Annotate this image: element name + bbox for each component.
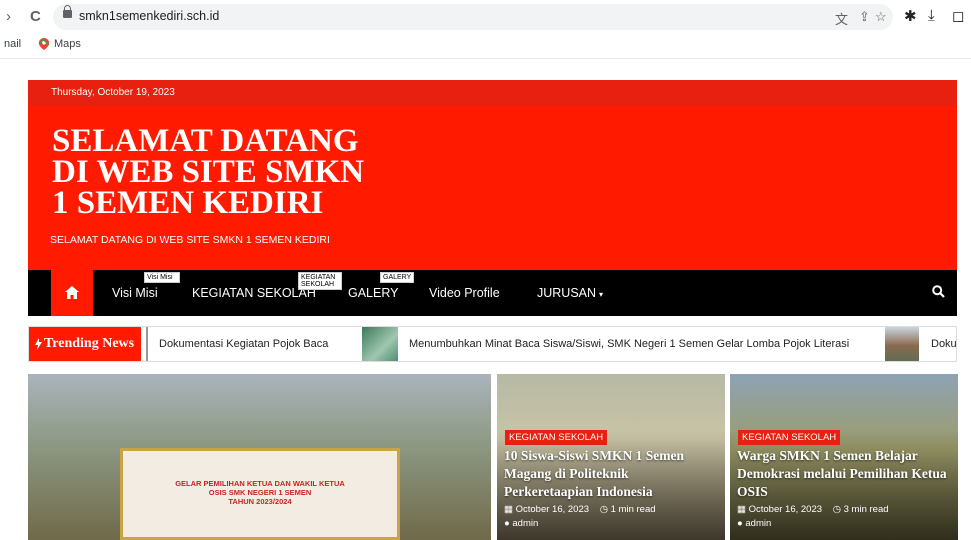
url-text: smkn1semenkediri.sch.id (79, 9, 220, 23)
card-meta-date: ▦ October 16, 2023 ◷ 1 min read (504, 504, 656, 515)
address-bar[interactable]: smkn1semenkediri.sch.id ⽂ ⇪ ☆ (53, 4, 893, 30)
calendar-icon: ▦ (504, 504, 516, 515)
site-tagline: SELAMAT DATANG DI WEB SITE SMKN 1 SEMEN … (50, 234, 330, 246)
lock-icon (63, 5, 72, 18)
address-row: › C smkn1semenkediri.sch.id ⽂ ⇪ ☆ ✱ ⤓ ◻ (0, 0, 971, 34)
card-read-time: 1 min read (610, 504, 656, 515)
browser-chrome: › C smkn1semenkediri.sch.id ⽂ ⇪ ☆ ✱ ⤓ ◻ … (0, 0, 971, 60)
translate-icon[interactable]: ⽂ (835, 9, 848, 28)
current-date: Thursday, October 19, 2023 (51, 87, 175, 98)
category-badge[interactable]: KEGIATAN SEKOLAH (738, 430, 841, 445)
clock-icon: ◷ (599, 504, 611, 515)
nav-tooltip: GALERY (380, 272, 415, 283)
home-icon (65, 286, 79, 299)
share-icon[interactable]: ⇪ (859, 9, 870, 25)
divider (146, 327, 148, 361)
nav-galery[interactable]: GALERY (348, 286, 399, 300)
reload-icon[interactable]: C (30, 8, 41, 25)
trending-bar: Trending News Dokumentasi Kegiatan Pojok… (28, 326, 957, 362)
date-bar: Thursday, October 19, 2023 (28, 80, 957, 106)
banner-text: GELAR PEMILIHAN KETUA DAN WAKIL KETUA OS… (175, 479, 345, 506)
card-title[interactable]: Warga SMKN 1 Semen Belajar Demokrasi mel… (737, 447, 952, 501)
clock-icon: ◷ (832, 504, 844, 515)
featured-card[interactable]: KEGIATAN SEKOLAH Warga SMKN 1 Semen Bela… (730, 374, 958, 540)
trending-thumbnail[interactable] (885, 327, 919, 361)
download-icon[interactable]: ⤓ (928, 7, 935, 24)
nav-jurusan[interactable]: JURUSAN ▾ (537, 286, 603, 300)
star-icon[interactable]: ☆ (875, 9, 887, 25)
category-badge[interactable]: KEGIATAN SEKOLAH (505, 430, 608, 445)
trending-label: Trending News (29, 327, 141, 361)
search-icon[interactable] (932, 285, 945, 298)
caret-down-icon: ▾ (599, 290, 604, 299)
card-date: October 16, 2023 (515, 504, 590, 515)
card-author[interactable]: admin (512, 518, 538, 529)
bookmark-maps[interactable]: Maps (54, 38, 81, 50)
nav-video-profile[interactable]: Video Profile (429, 286, 500, 300)
window-icon[interactable]: ◻ (952, 7, 964, 25)
calendar-icon: ▦ (737, 504, 749, 515)
extensions-icon[interactable]: ✱ (904, 7, 917, 25)
trending-label-text: Trending News (44, 336, 135, 351)
card-read-time: 3 min read (843, 504, 889, 515)
card-meta-author: ● admin (737, 518, 771, 529)
trending-thumbnail[interactable] (362, 327, 398, 361)
trending-item[interactable]: Menumbuhkan Minat Baca Siswa/Siswi, SMK … (409, 338, 849, 350)
bookmarks-bar: nail Maps (0, 34, 971, 59)
featured-main-image[interactable]: GELAR PEMILIHAN KETUA DAN WAKIL KETUA OS… (28, 374, 491, 540)
nav-jurusan-label: JURUSAN (537, 286, 597, 300)
site-header: SELAMAT DATANG DI WEB SITE SMKN 1 SEMEN … (28, 106, 957, 270)
maps-icon (38, 38, 50, 50)
card-title[interactable]: 10 Siswa-Siswi SMKN 1 Semen Magang di Po… (504, 447, 719, 501)
bolt-icon (35, 338, 42, 350)
site-title[interactable]: SELAMAT DATANG DI WEB SITE SMKN 1 SEMEN … (52, 125, 372, 220)
featured-card[interactable]: KEGIATAN SEKOLAH 10 Siswa-Siswi SMKN 1 S… (497, 374, 725, 540)
main-nav: Visi Misi Visi Misi KEGIATAN SEKOLAH KEG… (28, 270, 957, 316)
bookmark-mail[interactable]: nail (4, 38, 21, 50)
nav-tooltip: KEGIATAN SEKOLAH (298, 272, 342, 290)
nav-tooltip: Visi Misi (144, 272, 180, 283)
forward-icon[interactable]: › (6, 8, 11, 25)
trending-item[interactable]: Dokumentasi Kegiatan Pojok Baca (159, 338, 328, 350)
card-meta-date: ▦ October 16, 2023 ◷ 3 min read (737, 504, 889, 515)
election-banner: GELAR PEMILIHAN KETUA DAN WAKIL KETUA OS… (120, 448, 400, 540)
trending-item[interactable]: Doku (931, 338, 956, 350)
card-meta-author: ● admin (504, 518, 538, 529)
card-date: October 16, 2023 (748, 504, 823, 515)
home-button[interactable] (51, 270, 93, 316)
nav-visi-misi[interactable]: Visi Misi (112, 286, 158, 300)
card-author[interactable]: admin (745, 518, 771, 529)
